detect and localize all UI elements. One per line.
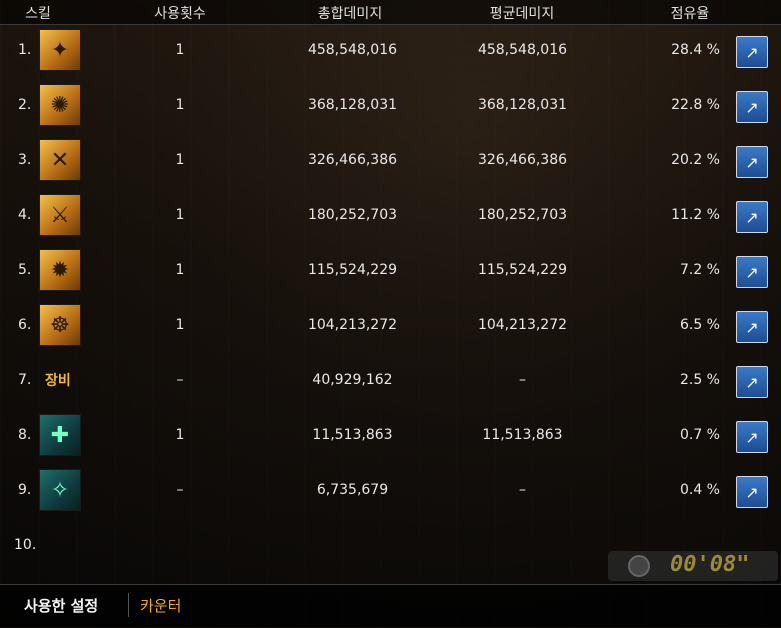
table-row: 1. ✦ 1 458,548,016 458,548,016 28.4 % ↗ — [0, 24, 781, 79]
share-icon: ↗ — [745, 207, 759, 227]
row-total: 6,735,679 — [316, 482, 389, 498]
row-avg: 326,466,386 — [477, 152, 568, 168]
header-share: 점유율 — [670, 6, 710, 22]
table-row: 3. ✕ 1 326,466,386 326,466,386 20.2 % ↗ — [0, 134, 781, 189]
share-icon: ↗ — [745, 262, 759, 282]
row-share: 0.7 % — [679, 427, 720, 443]
row-total: 180,252,703 — [307, 207, 398, 223]
equipment-label: 장비 — [45, 373, 71, 389]
export-button[interactable]: ↗ — [736, 421, 768, 453]
row-avg: 458,548,016 — [477, 42, 568, 58]
row-uses: 1 — [175, 42, 185, 58]
table-row: 2. ✺ 1 368,128,031 368,128,031 22.8 % ↗ — [0, 79, 781, 134]
share-icon: ↗ — [745, 372, 759, 392]
share-icon: ↗ — [745, 427, 759, 447]
export-button[interactable]: ↗ — [736, 36, 768, 68]
share-icon: ↗ — [745, 317, 759, 337]
skill-icon: ⚔ — [39, 194, 81, 236]
row-uses: – — [176, 372, 184, 388]
row-number: 8. — [18, 427, 32, 443]
row-uses: 1 — [175, 317, 185, 333]
share-icon: ↗ — [745, 97, 759, 117]
export-button[interactable]: ↗ — [736, 366, 768, 398]
skill-icon: ✧ — [39, 469, 81, 511]
share-icon: ↗ — [745, 42, 759, 62]
row-total: 104,213,272 — [307, 317, 398, 333]
row-share: 28.4 % — [671, 42, 720, 58]
combat-timer: 00'08" — [608, 551, 778, 581]
export-button[interactable]: ↗ — [736, 201, 768, 233]
skill-icon: ✺ — [39, 84, 81, 126]
header-total-damage: 총합데미지 — [317, 6, 383, 22]
export-button[interactable]: ↗ — [736, 256, 768, 288]
row-total: 115,524,229 — [307, 262, 398, 278]
tab-counter[interactable]: 카운터 — [140, 595, 181, 616]
tab-used-settings[interactable]: 사용한 설정 — [24, 595, 98, 616]
row-avg: 11,513,863 — [482, 427, 563, 443]
row-avg: 368,128,031 — [477, 97, 568, 113]
share-icon: ↗ — [745, 152, 759, 172]
row-share: 20.2 % — [671, 152, 720, 168]
export-button[interactable]: ↗ — [736, 91, 768, 123]
row-number: 4. — [18, 207, 32, 223]
row-avg: – — [519, 482, 526, 498]
export-button[interactable]: ↗ — [736, 311, 768, 343]
header-avg-damage: 평균데미지 — [489, 6, 555, 22]
skill-icon: ✚ — [39, 414, 81, 456]
row-share: 2.5 % — [679, 372, 720, 388]
row-number: 3. — [18, 152, 32, 168]
row-uses: 1 — [175, 207, 185, 223]
row-total: 326,466,386 — [307, 152, 398, 168]
row-share: 22.8 % — [671, 97, 720, 113]
skill-icon: ✹ — [39, 249, 81, 291]
skill-icon: ✦ — [39, 29, 81, 71]
row-number: 9. — [18, 482, 32, 498]
bottom-tabs: 사용한 설정 카운터 — [0, 584, 781, 628]
export-button[interactable]: ↗ — [736, 146, 768, 178]
skill-icon: ☸ — [39, 304, 81, 346]
row-number: 5. — [18, 262, 32, 278]
header-skill: 스킬 — [25, 6, 51, 22]
header-uses: 사용횟수 — [154, 6, 206, 22]
row-total: 40,929,162 — [312, 372, 393, 388]
row-uses: 1 — [175, 427, 185, 443]
timer-text: 00'08" — [670, 552, 750, 577]
row-total: 368,128,031 — [307, 97, 398, 113]
skill-icon: ✕ — [39, 139, 81, 181]
table-row: 9. ✧ – 6,735,679 – 0.4 % ↗ — [0, 464, 781, 519]
row-share: 0.4 % — [679, 482, 720, 498]
row-total: 11,513,863 — [312, 427, 393, 443]
table-header: 스킬 사용횟수 총합데미지 평균데미지 점유율 — [0, 0, 781, 25]
row-avg: – — [519, 372, 526, 388]
row-uses: 1 — [175, 262, 185, 278]
row-number: 7. — [18, 372, 32, 388]
row-number: 10. — [14, 537, 37, 553]
table-row: 4. ⚔ 1 180,252,703 180,252,703 11.2 % ↗ — [0, 189, 781, 244]
tab-divider — [128, 593, 129, 617]
row-uses: 1 — [175, 97, 185, 113]
table-row: 8. ✚ 1 11,513,863 11,513,863 0.7 % ↗ — [0, 409, 781, 464]
row-uses: – — [176, 482, 184, 498]
table-row: 6. ☸ 1 104,213,272 104,213,272 6.5 % ↗ — [0, 299, 781, 354]
row-number: 2. — [18, 97, 32, 113]
row-number: 1. — [18, 42, 32, 58]
row-total: 458,548,016 — [307, 42, 398, 58]
row-avg: 180,252,703 — [477, 207, 568, 223]
row-uses: 1 — [175, 152, 185, 168]
row-share: 7.2 % — [679, 262, 720, 278]
table-row: 7. 장비 – 40,929,162 – 2.5 % ↗ — [0, 354, 781, 409]
row-share: 11.2 % — [671, 207, 720, 223]
row-share: 6.5 % — [679, 317, 720, 333]
export-button[interactable]: ↗ — [736, 476, 768, 508]
row-avg: 104,213,272 — [477, 317, 568, 333]
share-icon: ↗ — [745, 482, 759, 502]
table-row: 5. ✹ 1 115,524,229 115,524,229 7.2 % ↗ — [0, 244, 781, 299]
row-avg: 115,524,229 — [477, 262, 568, 278]
clock-icon — [628, 555, 650, 577]
row-number: 6. — [18, 317, 32, 333]
